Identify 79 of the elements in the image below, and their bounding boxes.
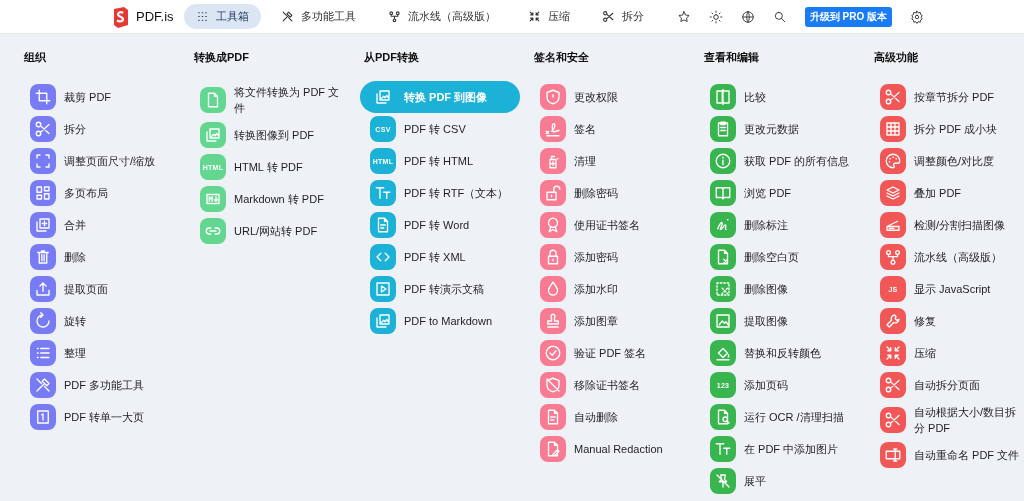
- tool-link[interactable]: 整理: [20, 337, 180, 369]
- tool-link[interactable]: 自动拆分页面: [870, 369, 1024, 401]
- tool-link[interactable]: 更改权限: [530, 81, 690, 113]
- tool-link[interactable]: PDF 转 XML: [360, 241, 520, 273]
- tool-link[interactable]: PDF 转单一大页: [20, 401, 180, 433]
- settings-icon[interactable]: [910, 9, 924, 24]
- tool-link[interactable]: 压缩: [870, 337, 1024, 369]
- logo-icon: [112, 5, 130, 28]
- tool-link[interactable]: 清理: [530, 145, 690, 177]
- tool-link[interactable]: 在 PDF 中添加图片: [700, 433, 860, 465]
- section-heading: 查看和编辑: [704, 50, 760, 65]
- tool-link[interactable]: PDF 转 Word: [360, 209, 520, 241]
- tool-link[interactable]: 自动重命名 PDF 文件: [870, 439, 1024, 471]
- tool-link[interactable]: 删除图像: [700, 273, 860, 305]
- tool-link[interactable]: 添加密码: [530, 241, 690, 273]
- sun-icon[interactable]: [708, 9, 723, 24]
- section-heading: 从PDF转换: [364, 50, 420, 65]
- tool-link[interactable]: 自动根据大小/数目拆分 PDF: [870, 401, 1024, 439]
- tool-link[interactable]: 更改元数据: [700, 113, 860, 145]
- section-heading: 转换成PDF: [194, 50, 250, 65]
- tool-link[interactable]: 修复: [870, 305, 1024, 337]
- tool-link[interactable]: 移除证书签名: [530, 369, 690, 401]
- tool-link[interactable]: 调整页面尺寸/缩放: [20, 145, 180, 177]
- flow-icon: [387, 10, 401, 23]
- tool-link[interactable]: 获取 PDF 的所有信息: [700, 145, 860, 177]
- tool-link[interactable]: 删除密码: [530, 177, 690, 209]
- tool-link[interactable]: 提取页面: [20, 273, 180, 305]
- nav-tab[interactable]: 压缩: [515, 4, 582, 29]
- tool-link[interactable]: 旋转: [20, 305, 180, 337]
- tool-link[interactable]: 检测/分割扫描图像: [870, 209, 1024, 241]
- tool-link[interactable]: 将文件转换为 PDF 文件: [190, 81, 350, 119]
- tool-link[interactable]: 多页布局: [20, 177, 180, 209]
- tool-link[interactable]: 添加图章: [530, 305, 690, 337]
- tool-link[interactable]: 拆分: [20, 113, 180, 145]
- nav-tab[interactable]: 工具箱: [183, 4, 261, 29]
- tool-link[interactable]: Markdown 转 PDF: [190, 183, 350, 215]
- nav-tab[interactable]: 拆分: [589, 4, 656, 29]
- tool-link[interactable]: 转换图像到 PDF: [190, 119, 350, 151]
- tool-link[interactable]: 叠加 PDF: [870, 177, 1024, 209]
- tool-link[interactable]: Manual Redaction: [530, 433, 690, 465]
- tool-link[interactable]: PDF 转演示文稿: [360, 273, 520, 305]
- tool-link[interactable]: PDF 多功能工具: [20, 369, 180, 401]
- tool-link[interactable]: 拆分 PDF 成小块: [870, 113, 1024, 145]
- nav-tab[interactable]: 多功能工具: [268, 4, 368, 29]
- compress-icon: [527, 10, 541, 23]
- tool-link[interactable]: 合并: [20, 209, 180, 241]
- tool-link[interactable]: 调整颜色/对比度: [870, 145, 1024, 177]
- tool-link[interactable]: 验证 PDF 签名: [530, 337, 690, 369]
- tool-link[interactable]: 提取图像: [700, 305, 860, 337]
- tool-link[interactable]: 使用证书签名: [530, 209, 690, 241]
- tool-link[interactable]: 签名: [530, 113, 690, 145]
- tool-link[interactable]: 删除: [20, 241, 180, 273]
- tool-link[interactable]: 裁剪 PDF: [20, 81, 180, 113]
- tool-link[interactable]: 流水线（高级版）: [870, 241, 1024, 273]
- scissors-icon: [601, 10, 615, 23]
- section-heading: 组织: [24, 50, 47, 65]
- search-icon[interactable]: [772, 9, 787, 24]
- tool-link[interactable]: 浏览 PDF: [700, 177, 860, 209]
- tool-link[interactable]: 删除标注: [700, 209, 860, 241]
- tool-link[interactable]: 比较: [700, 81, 860, 113]
- grid-icon: [195, 10, 209, 23]
- logo-text: PDF.is: [136, 9, 174, 24]
- tool-link[interactable]: PDF to Markdown: [360, 305, 520, 337]
- tool-link[interactable]: 按章节拆分 PDF: [870, 81, 1024, 113]
- tool-link[interactable]: 添加水印: [530, 273, 690, 305]
- tool-link[interactable]: PDF 转 RTF（文本）: [360, 177, 520, 209]
- star-icon[interactable]: [676, 9, 691, 24]
- tool-link[interactable]: 替换和反转颜色: [700, 337, 860, 369]
- section-heading: 高级功能: [874, 50, 919, 65]
- tool-link[interactable]: 删除空白页: [700, 241, 860, 273]
- globe-icon[interactable]: [740, 9, 755, 24]
- section-heading: 签名和安全: [534, 50, 590, 65]
- nav-tab[interactable]: 流水线（高级版）: [375, 4, 508, 29]
- tool-link[interactable]: URL/网站转 PDF: [190, 215, 350, 247]
- tool-link[interactable]: 自动删除: [530, 401, 690, 433]
- tool-link[interactable]: 运行 OCR /清理扫描: [700, 401, 860, 433]
- upgrade-button[interactable]: 升级到 PRO 版本: [804, 6, 892, 27]
- tools-icon: [280, 10, 294, 23]
- tool-link[interactable]: 展平: [700, 465, 860, 497]
